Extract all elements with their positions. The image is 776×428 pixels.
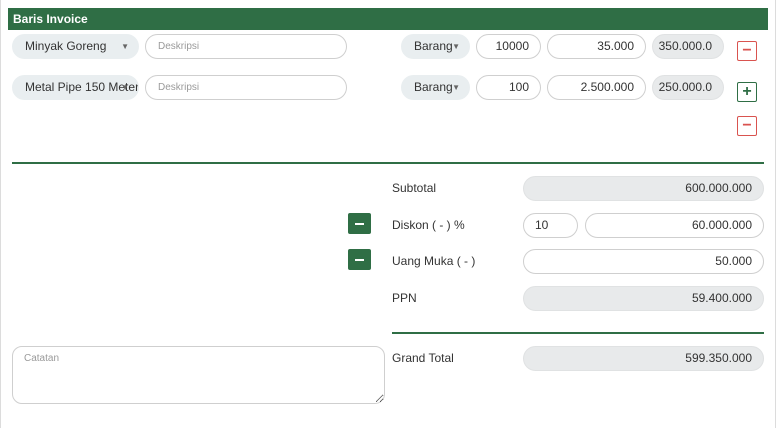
minus-icon bbox=[355, 223, 364, 225]
item-select-2[interactable]: Metal Pipe 150 Meter ▼ bbox=[12, 75, 139, 100]
minus-icon bbox=[355, 259, 364, 261]
quantity-input-2[interactable]: 100 bbox=[476, 75, 541, 100]
unit-select-value: Barang bbox=[414, 80, 453, 94]
price-input-1[interactable]: 35.000 bbox=[547, 34, 646, 59]
ppn-label: PPN bbox=[392, 291, 417, 305]
down-payment-toggle-button[interactable] bbox=[348, 249, 371, 270]
down-payment-input[interactable]: 50.000 bbox=[523, 249, 764, 274]
caret-down-icon: ▼ bbox=[121, 83, 129, 92]
section-header: Baris Invoice bbox=[8, 8, 768, 30]
discount-percent-input[interactable]: 10 bbox=[523, 213, 578, 238]
caret-down-icon: ▼ bbox=[452, 83, 460, 92]
section-divider bbox=[12, 162, 764, 164]
down-payment-label: Uang Muka ( - ) bbox=[392, 254, 476, 268]
discount-amount-field: 60.000.000 bbox=[585, 213, 764, 238]
remove-line-button[interactable]: − bbox=[737, 41, 757, 61]
subtotal-label: Subtotal bbox=[392, 181, 437, 195]
add-line-button[interactable]: + bbox=[737, 82, 757, 102]
discount-label: Diskon ( - ) % bbox=[392, 218, 465, 232]
price-input-2[interactable]: 2.500.000 bbox=[547, 75, 646, 100]
grand-total-label: Grand Total bbox=[392, 351, 454, 365]
total-divider bbox=[392, 332, 764, 334]
ppn-field: 59.400.000 bbox=[523, 286, 764, 311]
caret-down-icon: ▼ bbox=[121, 42, 129, 51]
amount-field-2: 250.000.0 bbox=[652, 75, 724, 100]
caret-down-icon: ▼ bbox=[452, 42, 460, 51]
subtotal-field: 600.000.000 bbox=[523, 176, 764, 201]
item-select-value: Minyak Goreng bbox=[25, 39, 107, 53]
grand-total-field: 599.350.000 bbox=[523, 346, 764, 371]
description-input-2[interactable]: Deskripsi bbox=[145, 75, 347, 100]
item-select-1[interactable]: Minyak Goreng ▼ bbox=[12, 34, 139, 59]
notes-textarea[interactable] bbox=[12, 346, 385, 404]
description-input-1[interactable]: Deskripsi bbox=[145, 34, 347, 59]
quantity-input-1[interactable]: 10000 bbox=[476, 34, 541, 59]
unit-select-value: Barang bbox=[414, 39, 453, 53]
unit-select-2[interactable]: Barang ▼ bbox=[401, 75, 470, 100]
amount-field-1: 350.000.0 bbox=[652, 34, 724, 59]
remove-line-button[interactable]: − bbox=[737, 116, 757, 136]
discount-toggle-button[interactable] bbox=[348, 213, 371, 234]
unit-select-1[interactable]: Barang ▼ bbox=[401, 34, 470, 59]
